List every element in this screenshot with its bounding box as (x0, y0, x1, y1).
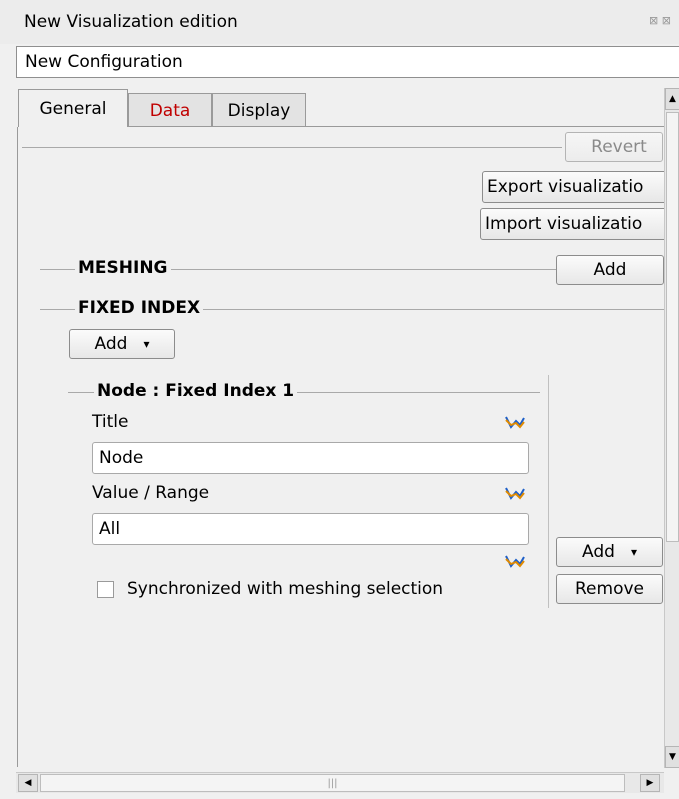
revert-button[interactable]: Revert (565, 132, 663, 162)
horizontal-scroll-thumb[interactable]: ||| (40, 774, 625, 792)
dropdown-arrow-icon: ▾ (630, 545, 637, 559)
vertical-scrollbar[interactable]: ▲ ▼ (664, 88, 679, 768)
value-range-field[interactable]: All (92, 513, 529, 545)
scroll-up-button[interactable]: ▲ (665, 88, 679, 110)
node-panel-title: Node : Fixed Index 1 (94, 381, 298, 401)
window-title-bar: New Visualization edition ⊠ ⊠ (0, 0, 679, 44)
export-visualization-button[interactable]: Export visualizatio (482, 171, 672, 203)
node-add-dropdown[interactable]: Add ▾ (556, 537, 663, 567)
scroll-right-button[interactable]: ▶ (640, 774, 660, 792)
arrow-up-icon: ▲ (669, 94, 676, 104)
node-title-field[interactable]: Node (92, 442, 529, 474)
tab-display[interactable]: Display (212, 93, 306, 127)
dropdown-arrow-icon: ▾ (143, 337, 150, 351)
arrow-down-icon: ▼ (669, 752, 676, 762)
tab-data[interactable]: Data (128, 93, 212, 127)
tab-bar-divider (128, 126, 664, 127)
chart-line-icon[interactable] (505, 414, 525, 430)
scroll-thumb[interactable] (666, 112, 679, 542)
grip-icon: ||| (327, 777, 338, 789)
tab-general[interactable]: General (18, 89, 128, 127)
fixed-index-add-dropdown[interactable]: Add ▾ (69, 329, 175, 359)
revert-divider (22, 147, 562, 148)
meshing-add-button[interactable]: Add (556, 255, 664, 285)
configuration-name-field[interactable]: New Configuration (16, 46, 679, 78)
sync-label: Synchronized with meshing selection (127, 579, 444, 599)
meshing-section-title: MESHING (75, 258, 171, 278)
title-label: Title (92, 412, 129, 432)
window-controls-icon[interactable]: ⊠ ⊠ (649, 14, 671, 27)
scroll-down-button[interactable]: ▼ (665, 746, 679, 768)
tab-pane-left-border (17, 127, 18, 767)
node-remove-button[interactable]: Remove (556, 574, 663, 604)
chart-line-icon[interactable] (505, 485, 525, 501)
arrow-left-icon: ◀ (24, 778, 32, 788)
import-visualization-button[interactable]: Import visualizatio (480, 208, 672, 240)
window-title: New Visualization edition (24, 12, 238, 32)
scroll-left-button[interactable]: ◀ (18, 774, 38, 792)
horizontal-scrollbar[interactable]: ◀ ||| ▶ (16, 772, 664, 793)
arrow-right-icon: ▶ (646, 778, 654, 788)
fixed-index-section-title: FIXED INDEX (75, 298, 204, 318)
value-range-label: Value / Range (92, 483, 210, 503)
chart-line-icon[interactable] (505, 553, 525, 569)
node-panel-separator (548, 375, 549, 608)
sync-checkbox[interactable] (97, 581, 114, 598)
